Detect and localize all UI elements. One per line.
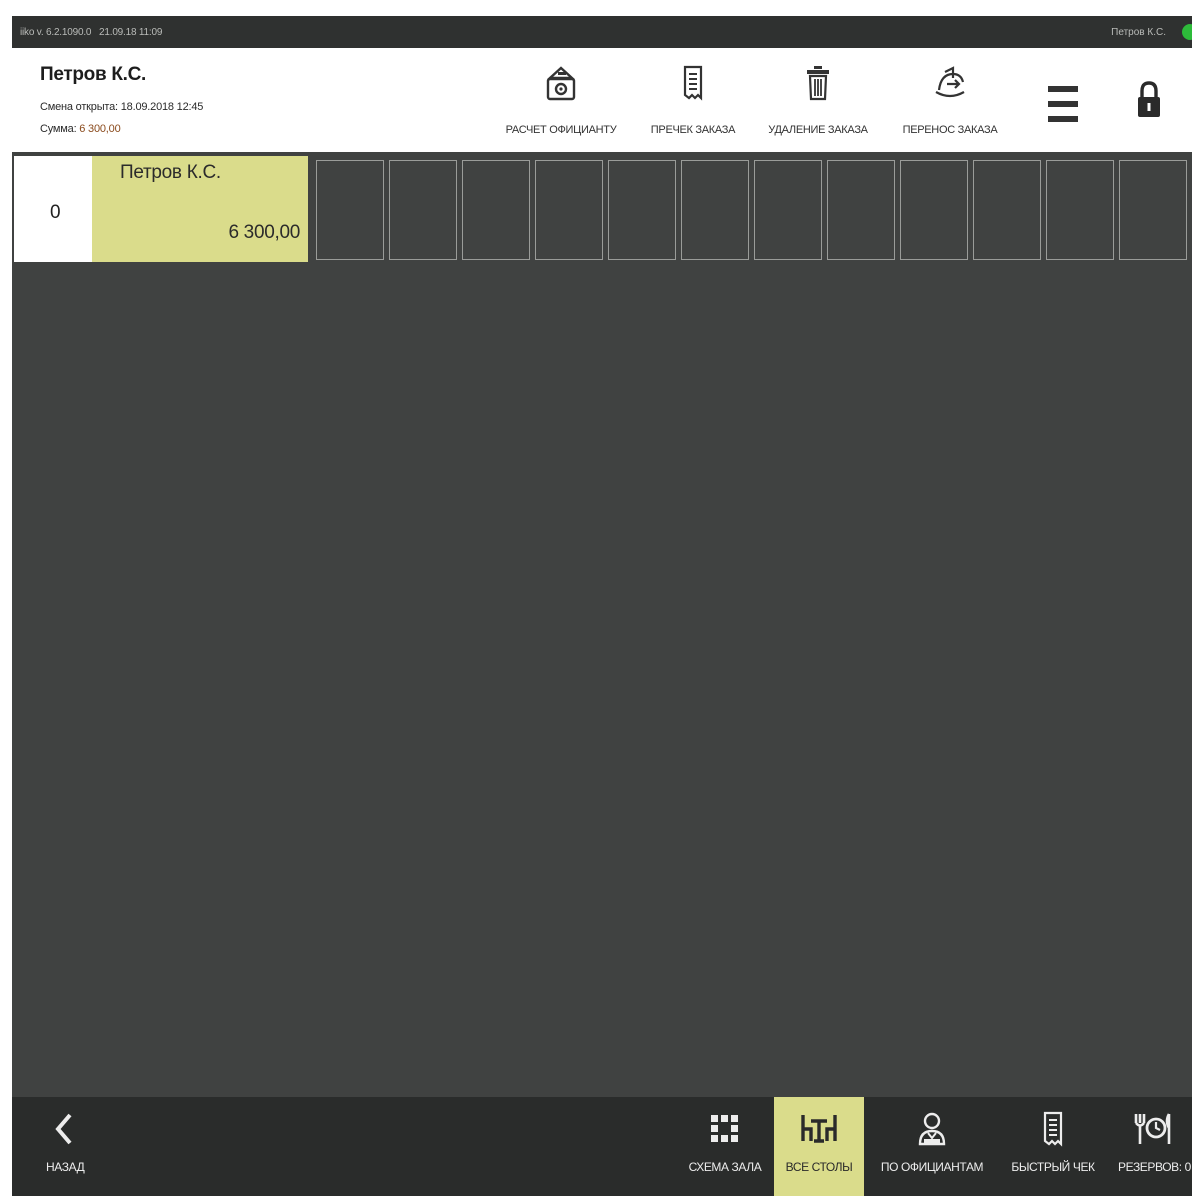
- table-cell[interactable]: [389, 160, 457, 260]
- hall-scheme-button[interactable]: СХЕМА ЗАЛА: [678, 1097, 772, 1196]
- delete-order-button[interactable]: УДАЛЕНИЕ ЗАКАЗА: [756, 60, 880, 146]
- waiter-tab[interactable]: Петров К.С. 6 300,00: [92, 156, 308, 262]
- reserve-clock-icon: [1134, 1113, 1171, 1144]
- tables-row: 0 Петров К.С. 6 300,00: [12, 156, 1192, 264]
- counter-value: 0: [50, 202, 61, 223]
- version-text: iiko v. 6.2.1090.0: [20, 27, 92, 38]
- sum-value: 6 300,00: [79, 123, 121, 135]
- waiter-icon: [918, 1112, 946, 1146]
- hamburger-icon[interactable]: [1046, 84, 1080, 124]
- sum-info: Сумма: 6 300,00: [40, 123, 121, 135]
- quick-check-label: БЫСТРЫЙ ЧЕК: [1011, 1160, 1095, 1174]
- receipt-icon: [683, 65, 703, 101]
- page-title: Петров К.С.: [40, 64, 147, 85]
- header: Петров К.С. Смена открыта: 18.09.2018 12…: [12, 48, 1192, 152]
- cash-register-icon: [546, 66, 576, 101]
- tables-icon: [801, 1115, 837, 1143]
- back-label: НАЗАД: [46, 1160, 85, 1174]
- waiter-tab-amount: 6 300,00: [228, 222, 300, 243]
- status-bar: iiko v. 6.2.1090.0 21.09.18 11:09 Петров…: [12, 16, 1192, 48]
- table-cell[interactable]: [1046, 160, 1114, 260]
- quick-check-button[interactable]: БЫСТРЫЙ ЧЕК: [1004, 1097, 1102, 1196]
- dish-transfer-icon: [935, 66, 965, 98]
- table-cell[interactable]: [900, 160, 968, 260]
- by-waiters-label: ПО ОФИЦИАНТАМ: [880, 1160, 984, 1174]
- grid-icon: [711, 1115, 738, 1142]
- version-datetime: iiko v. 6.2.1090.0 21.09.18 11:09: [20, 27, 162, 38]
- chevron-left-icon: [55, 1113, 72, 1145]
- shift-info: Смена открыта: 18.09.2018 12:45: [40, 101, 204, 113]
- table-cell[interactable]: [681, 160, 749, 260]
- table-cell[interactable]: [608, 160, 676, 260]
- precheck-order-button[interactable]: ПРЕЧЕК ЗАКАЗА: [638, 60, 748, 146]
- sum-label: Сумма:: [40, 123, 80, 135]
- precheck-order-label: ПРЕЧЕК ЗАКАЗА: [650, 124, 736, 136]
- app-window: iiko v. 6.2.1090.0 21.09.18 11:09 Петров…: [12, 16, 1192, 1196]
- datetime-text: 21.09.18 11:09: [99, 27, 163, 38]
- delete-order-label: УДАЛЕНИЕ ЗАКАЗА: [768, 124, 868, 136]
- pay-waiter-button[interactable]: РАСЧЕТ ОФИЦИАНТУ: [492, 60, 630, 146]
- transfer-order-label: ПЕРЕНОС ЗАКАЗА: [902, 124, 998, 136]
- by-waiters-button[interactable]: ПО ОФИЦИАНТАМ: [870, 1097, 994, 1196]
- waiter-tab-name: Петров К.С.: [120, 162, 221, 183]
- reservations-button[interactable]: РЕЗЕРВОВ: 0: [1112, 1097, 1192, 1196]
- lock-icon[interactable]: [1134, 78, 1164, 122]
- reservations-label: РЕЗЕРВОВ: 0: [1118, 1160, 1191, 1174]
- receipt-icon: [1043, 1111, 1063, 1147]
- counter-cell[interactable]: 0: [14, 156, 92, 262]
- table-cell[interactable]: [827, 160, 895, 260]
- connection-status-icon: [1182, 24, 1192, 40]
- table-cell[interactable]: [754, 160, 822, 260]
- table-cell[interactable]: [973, 160, 1041, 260]
- all-tables-label: ВСЕ СТОЛЫ: [785, 1160, 853, 1174]
- all-tables-button[interactable]: ВСЕ СТОЛЫ: [774, 1097, 864, 1196]
- pay-waiter-label: РАСЧЕТ ОФИЦИАНТУ: [505, 124, 617, 136]
- status-user: Петров К.С.: [1111, 27, 1166, 38]
- table-cell[interactable]: [535, 160, 603, 260]
- back-button[interactable]: НАЗАД: [34, 1097, 104, 1196]
- hall-scheme-label: СХЕМА ЗАЛА: [688, 1160, 762, 1174]
- table-cell[interactable]: [316, 160, 384, 260]
- table-cell[interactable]: [1119, 160, 1187, 260]
- transfer-order-button[interactable]: ПЕРЕНОС ЗАКАЗА: [890, 60, 1010, 146]
- bottom-nav: НАЗАД СХЕМА ЗАЛА ВСЕ СТОЛЫ ПО ОФИЦИАНТАМ…: [12, 1097, 1192, 1196]
- trash-icon: [807, 66, 829, 101]
- table-cell[interactable]: [462, 160, 530, 260]
